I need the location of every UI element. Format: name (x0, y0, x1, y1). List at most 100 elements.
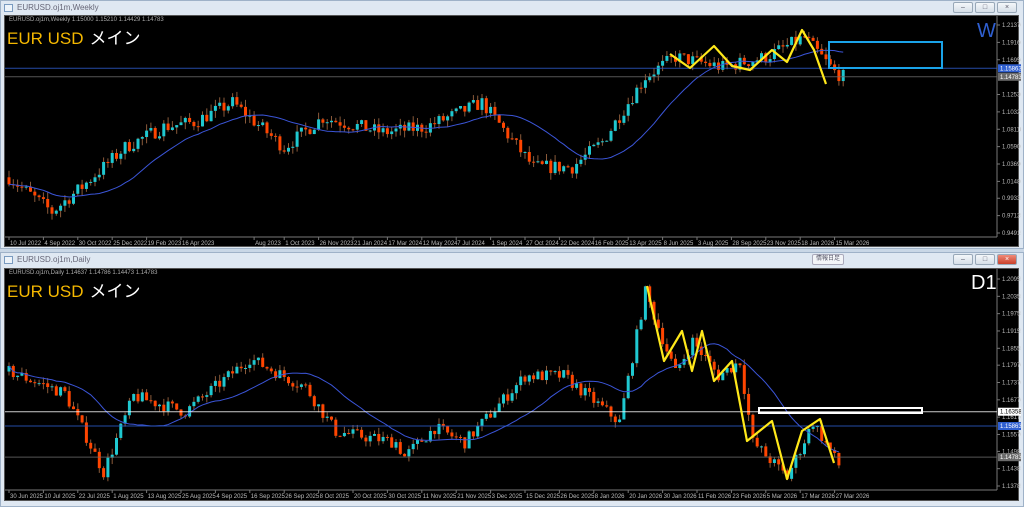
bull-candle (437, 423, 441, 435)
bull-candle (553, 161, 557, 174)
bear-candle (815, 40, 819, 49)
price-label: 1.19155 (1002, 329, 1021, 335)
daily-chart-window[interactable]: EURUSD.oj1m,Daily –□× 1.20955 1.20355 1.19… (0, 252, 1024, 507)
date-label: 1 Sep 2024 (492, 241, 523, 247)
bear-candle (377, 433, 381, 442)
bull-candle (325, 416, 329, 418)
date-label: Aug 2023 (255, 241, 281, 247)
date-label: 17 Mar 2024 (388, 241, 422, 247)
bear-candle (385, 128, 389, 135)
bull-candle (312, 129, 316, 135)
bull-candle (252, 360, 256, 365)
bear-candle (566, 370, 570, 375)
weekly-chart-window[interactable]: EURUSD.oj1m,Weekly –□× 1.21370 1.19160 1.1… (0, 0, 1024, 249)
bull-candle (562, 370, 566, 378)
weekly-chart-area[interactable]: 1.21370 1.19160 1.16950 1.12530 1.10320 1.081… (4, 15, 1021, 247)
bear-candle (89, 442, 93, 449)
maximize-button[interactable]: □ (975, 2, 995, 13)
bear-candle (377, 124, 381, 133)
bear-candle (433, 430, 437, 435)
bear-candle (149, 400, 153, 402)
bull-candle (325, 122, 329, 124)
bear-candle (704, 355, 708, 357)
timeframe-label: D1 (971, 272, 997, 294)
date-label: 20 Jan 2026 (629, 494, 663, 500)
info-popup-button[interactable]: 情報日足 (812, 254, 844, 265)
price-label: 0.97125 (1002, 214, 1021, 220)
price-label: 1.19755 (1002, 312, 1021, 318)
bear-candle (80, 184, 84, 189)
close-button[interactable]: × (997, 2, 1017, 13)
bull-candle (519, 376, 523, 386)
bear-candle (618, 120, 622, 123)
bull-candle (158, 136, 161, 139)
bull-candle (553, 371, 557, 373)
date-label: 26 Dec 2025 (560, 494, 595, 500)
bear-candle (196, 126, 200, 128)
maximize-button[interactable]: □ (975, 254, 995, 265)
bear-candle (514, 138, 518, 140)
bear-candle (742, 365, 746, 394)
bear-candle (102, 468, 106, 478)
bear-candle (179, 409, 183, 416)
bull-candle (162, 123, 166, 137)
bear-candle (484, 98, 488, 114)
bear-candle (46, 383, 50, 387)
bull-candle (613, 120, 617, 131)
date-label: 8 Oct 2025 (320, 494, 350, 500)
bear-candle (364, 437, 368, 442)
bull-candle (536, 161, 540, 163)
bear-candle (579, 383, 583, 396)
bull-candle (635, 329, 639, 364)
date-label: 30 Oct 2025 (388, 494, 421, 500)
bull-candle (605, 140, 609, 142)
bear-candle (170, 401, 174, 404)
minimize-button[interactable]: – (953, 2, 973, 13)
price-tag-label: 1.16358 (1000, 410, 1021, 416)
close-button[interactable]: × (997, 254, 1017, 265)
bear-candle (540, 161, 544, 164)
bull-candle (97, 174, 101, 178)
bear-candle (282, 150, 286, 152)
bull-candle (244, 368, 247, 370)
bull-candle (295, 131, 299, 147)
zone-rectangle (758, 407, 923, 414)
date-label: 10 Jul 2022 (10, 241, 42, 247)
bear-candle (269, 368, 273, 372)
bull-candle (480, 98, 484, 110)
bear-candle (471, 431, 475, 437)
bull-candle (588, 146, 591, 155)
bear-candle (540, 371, 544, 381)
bull-candle (179, 122, 183, 126)
price-label: 1.13785 (1002, 484, 1021, 490)
minimize-button[interactable]: – (953, 254, 973, 265)
bear-candle (738, 363, 742, 366)
bull-candle (196, 396, 200, 402)
bear-candle (162, 404, 166, 412)
date-label: 5 Mar 2026 (767, 494, 798, 500)
bear-candle (334, 120, 338, 123)
bear-candle (532, 161, 536, 163)
bull-candle (37, 383, 41, 385)
bull-candle (213, 380, 217, 386)
bear-candle (106, 161, 110, 163)
bear-candle (570, 374, 574, 388)
bull-candle (158, 404, 161, 407)
bull-candle (596, 401, 600, 403)
bear-candle (29, 380, 32, 383)
bull-candle (626, 104, 630, 116)
bear-candle (67, 200, 71, 204)
price-tag-label: 1.15863 (1000, 424, 1021, 430)
date-label: 19 Feb 2023 (148, 241, 182, 247)
bear-candle (347, 432, 351, 434)
bull-candle (110, 152, 114, 163)
bull-candle (93, 177, 97, 182)
date-label: 28 Sep 2025 (732, 241, 767, 247)
date-label: 26 Sep 2025 (285, 494, 320, 500)
bear-candle (84, 422, 88, 443)
bull-candle (583, 388, 587, 396)
bull-candle (390, 131, 394, 135)
daily-chart-area[interactable]: 1.20955 1.20355 1.19755 1.19155 1.18555 1.179… (4, 268, 1021, 501)
chart-window-icon (4, 4, 13, 12)
bull-candle (467, 102, 471, 112)
